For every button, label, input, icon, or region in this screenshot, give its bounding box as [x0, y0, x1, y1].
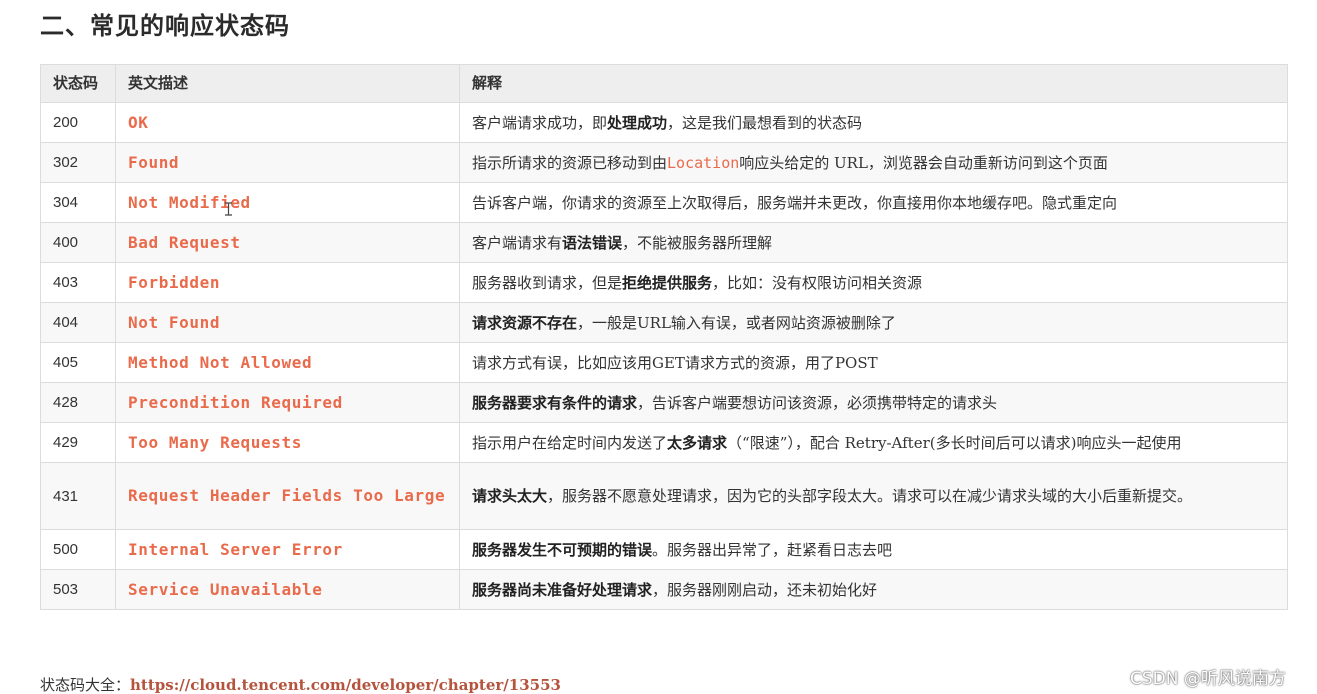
- explanation-text: ，告诉客户端要想访问该资源，必须携带特定的请求头: [637, 393, 998, 412]
- status-code-cell: 403: [40, 262, 116, 303]
- explanation-cell: 请求方式有误，比如应该用GET请求方式的资源，用了POST: [459, 342, 1288, 383]
- explanation-cell: 服务器收到请求，但是拒绝提供服务，比如：没有权限访问相关资源: [459, 262, 1288, 303]
- explanation-text: 客户端请求有: [472, 233, 563, 252]
- english-description-cell: Request Header Fields Too Large: [115, 462, 460, 530]
- status-code-cell: 500: [40, 529, 116, 570]
- reference-link[interactable]: https://cloud.tencent.com/developer/chap…: [130, 676, 561, 694]
- table-row: 500 Internal Server Error 服务器发生不可预期的错误。服务器…: [40, 529, 1288, 570]
- explanation-text: 客户端请求成功，即: [472, 113, 608, 132]
- status-code-cell: 304: [40, 182, 116, 223]
- page-title: 二、常见的响应状态码: [40, 11, 290, 40]
- table-row: 431 Request Header Fields Too Large 请求头太大，…: [40, 462, 1288, 530]
- explanation-text: 告诉客户端，你请求的资源至上次取得后，服务端并未更改，你直接用你本地缓存吧。隐式…: [472, 193, 1118, 212]
- column-header-code: 状态码: [40, 64, 116, 103]
- explanation-cell: 请求头太大，服务器不愿意处理请求，因为它的头部字段太大。请求可以在减少请求头域的…: [459, 462, 1288, 530]
- table-row: 405 Method Not Allowed 请求方式有误，比如应该用GET请求方式…: [40, 342, 1288, 383]
- explanation-text: 服务器收到请求，但是: [472, 273, 623, 292]
- table-header-row: 状态码 英文描述 解释: [40, 64, 1288, 103]
- table-row: 503 Service Unavailable 服务器尚未准备好处理请求，服务器刚刚…: [40, 569, 1288, 610]
- column-header-explain: 解释: [459, 64, 1288, 103]
- explanation-cell: 服务器要求有条件的请求，告诉客户端要想访问该资源，必须携带特定的请求头: [459, 382, 1288, 423]
- explanation-cell: 服务器尚未准备好处理请求，服务器刚刚启动，还未初始化好: [459, 569, 1288, 610]
- english-description-cell: Too Many Requests: [115, 422, 460, 463]
- table-row: 429 Too Many Requests 指示用户在给定时间内发送了太多请求（“限…: [40, 422, 1288, 463]
- explanation-text: 请求方式有误，比如应该用GET请求方式的资源，用了POST: [472, 353, 878, 372]
- emphasis-text: 拒绝提供服务: [622, 273, 713, 292]
- english-description-cell: Internal Server Error: [115, 529, 460, 570]
- table-row: 404 Not Found 请求资源不存在，一般是URL输入有误，或者网站资源被删除…: [40, 302, 1288, 343]
- explanation-text: ，不能被服务器所理解: [622, 233, 773, 252]
- status-code-cell: 400: [40, 222, 116, 263]
- emphasis-text: 语法错误: [562, 233, 623, 252]
- explanation-cell: 指示用户在给定时间内发送了太多请求（“限速”），配合 Retry-After(多…: [459, 422, 1288, 463]
- english-description-cell: Not Found: [115, 302, 460, 343]
- explanation-cell: 告诉客户端，你请求的资源至上次取得后，服务端并未更改，你直接用你本地缓存吧。隐式…: [459, 182, 1288, 223]
- explanation-cell: 服务器发生不可预期的错误。服务器出异常了，赶紧看日志去吧: [459, 529, 1288, 570]
- explanation-text: （“限速”），配合 Retry-After(多长时间后可以请求)响应头一起使用: [727, 433, 1182, 452]
- explanation-cell: 请求资源不存在，一般是URL输入有误，或者网站资源被删除了: [459, 302, 1288, 343]
- footer-reference: 状态码大全：https://cloud.tencent.com/develope…: [40, 674, 561, 694]
- status-code-cell: 431: [40, 462, 116, 530]
- emphasis-text: 请求资源不存在: [472, 313, 578, 332]
- status-code-table: 状态码 英文描述 解释 200 OK 客户端请求成功，即处理成功，这是我们最想看到的…: [40, 64, 1288, 610]
- explanation-text: ，这是我们最想看到的状态码: [667, 113, 863, 132]
- explanation-text: ，比如：没有权限访问相关资源: [712, 273, 923, 292]
- status-code-cell: 428: [40, 382, 116, 423]
- english-description-cell: Found: [115, 142, 460, 183]
- status-code-cell: 200: [40, 102, 116, 143]
- status-code-cell: 429: [40, 422, 116, 463]
- status-code-cell: 404: [40, 302, 116, 343]
- table-row: 302 Found 指示所请求的资源已移动到由Location响应头给定的 URL，…: [40, 142, 1288, 183]
- english-description-cell: Precondition Required: [115, 382, 460, 423]
- table-row: 200 OK 客户端请求成功，即处理成功，这是我们最想看到的状态码: [40, 102, 1288, 143]
- english-description-cell: Not Modified: [115, 182, 460, 223]
- emphasis-text: 太多请求: [667, 433, 728, 452]
- explanation-text: ，服务器不愿意处理请求，因为它的头部字段太大。请求可以在减少请求头域的大小后重新…: [547, 487, 1193, 505]
- status-code-cell: 405: [40, 342, 116, 383]
- column-header-english: 英文描述: [115, 64, 460, 103]
- table-row: 428 Precondition Required 服务器要求有条件的请求，告诉客户…: [40, 382, 1288, 423]
- inline-code: Location: [667, 153, 740, 172]
- status-code-cell: 302: [40, 142, 116, 183]
- explanation-cell: 客户端请求成功，即处理成功，这是我们最想看到的状态码: [459, 102, 1288, 143]
- explanation-cell: 客户端请求有语法错误，不能被服务器所理解: [459, 222, 1288, 263]
- explanation-text: 指示所请求的资源已移动到由: [472, 153, 668, 172]
- english-description-cell: Forbidden: [115, 262, 460, 303]
- explanation-text: 。服务器出异常了，赶紧看日志去吧: [652, 540, 893, 559]
- emphasis-text: 服务器发生不可预期的错误: [472, 540, 653, 559]
- explanation-text: ，一般是URL输入有误，或者网站资源被删除了: [577, 313, 896, 332]
- english-description-cell: Bad Request: [115, 222, 460, 263]
- english-description-cell: OK: [115, 102, 460, 143]
- english-description-cell: Service Unavailable: [115, 569, 460, 610]
- status-code-cell: 503: [40, 569, 116, 610]
- explanation-text: 指示用户在给定时间内发送了: [472, 433, 668, 452]
- footer-label: 状态码大全：: [40, 676, 131, 694]
- emphasis-text: 服务器要求有条件的请求: [472, 393, 638, 412]
- table-row: 400 Bad Request 客户端请求有语法错误，不能被服务器所理解: [40, 222, 1288, 263]
- explanation-text: 响应头给定的 URL，浏览器会自动重新访问到这个页面: [739, 153, 1108, 172]
- emphasis-text: 处理成功: [607, 113, 668, 132]
- csdn-watermark: CSDN @听风说南方: [1130, 669, 1286, 689]
- emphasis-text: 服务器尚未准备好处理请求: [472, 580, 653, 599]
- text-cursor-icon: [225, 202, 232, 216]
- emphasis-text: 请求头太大: [472, 487, 548, 505]
- english-description-cell: Method Not Allowed: [115, 342, 460, 383]
- explanation-text: ，服务器刚刚启动，还未初始化好: [652, 580, 878, 599]
- table-row: 403 Forbidden 服务器收到请求，但是拒绝提供服务，比如：没有权限访问相关…: [40, 262, 1288, 303]
- explanation-cell: 指示所请求的资源已移动到由Location响应头给定的 URL，浏览器会自动重新…: [459, 142, 1288, 183]
